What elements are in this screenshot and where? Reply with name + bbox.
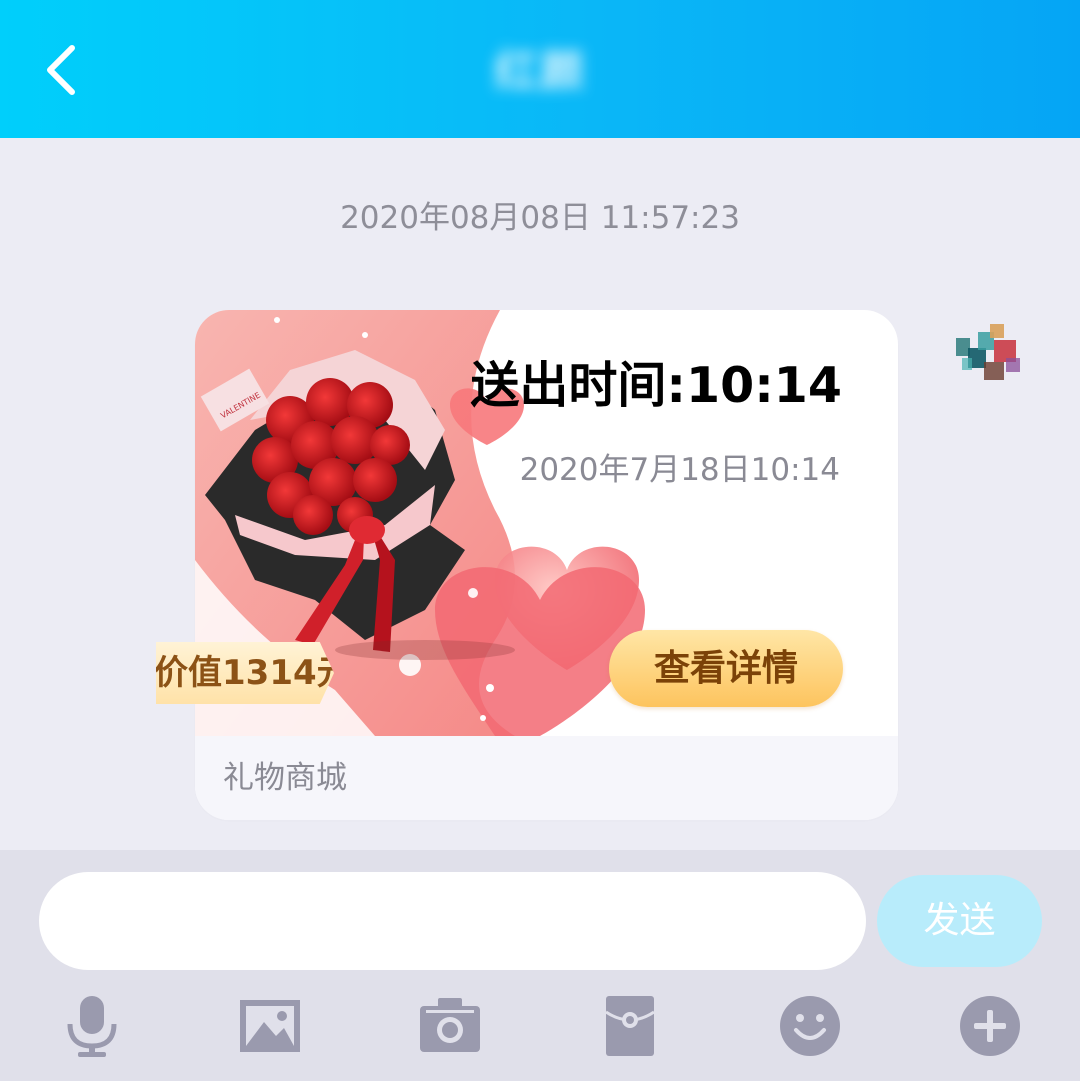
microphone-icon[interactable]	[60, 994, 124, 1058]
card-footer: 礼物商城	[195, 736, 898, 820]
view-details-button[interactable]: 查看详情	[609, 630, 843, 707]
back-button[interactable]	[40, 40, 88, 100]
price-tag: 价值1314元	[156, 642, 334, 704]
contact-name-title: 红颜	[494, 46, 586, 97]
price-value-label: 价值1314元	[156, 653, 334, 693]
gift-card-message[interactable]: VALENTINE 送出时间:10:14 2020年7月18日10:14 查看详…	[195, 310, 898, 820]
gift-send-time-title: 送出时间:10:14	[470, 357, 842, 414]
send-button[interactable]: 发送	[877, 875, 1042, 967]
camera-icon[interactable]	[418, 994, 482, 1058]
plus-icon[interactable]	[958, 994, 1022, 1058]
red-packet-icon[interactable]	[598, 994, 662, 1058]
chat-header: 红颜	[0, 0, 1080, 138]
image-icon[interactable]	[238, 994, 302, 1058]
avatar[interactable]	[948, 318, 1028, 392]
message-input[interactable]	[39, 872, 866, 970]
gift-shop-label[interactable]: 礼物商城	[223, 756, 347, 800]
emoji-icon[interactable]	[778, 994, 842, 1058]
message-input-area: 发送	[0, 850, 1080, 1081]
chevron-left-icon	[47, 45, 75, 95]
message-timestamp: 2020年08月08日 11:57:23	[340, 200, 740, 236]
gift-date: 2020年7月18日10:14	[519, 452, 840, 488]
